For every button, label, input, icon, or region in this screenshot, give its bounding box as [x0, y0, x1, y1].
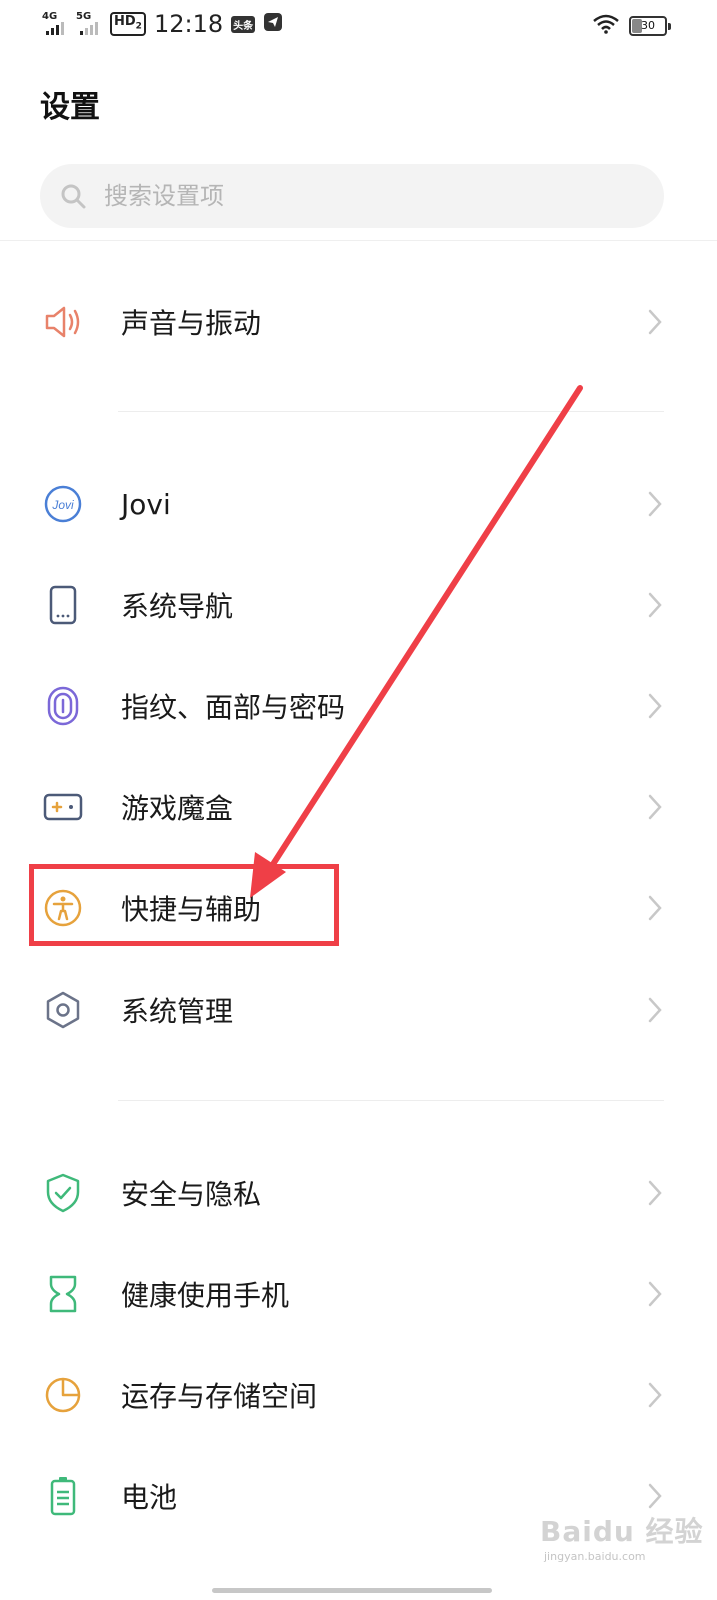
settings-item-sound-vibration[interactable]: 声音与振动	[0, 272, 717, 372]
watermark: Baidu 经验 jingyan.baidu.com	[540, 1510, 704, 1563]
search-icon	[58, 181, 88, 211]
section-divider	[118, 411, 664, 412]
chevron-right-icon	[644, 893, 666, 923]
settings-item-label: 指纹、面部与密码	[121, 691, 346, 724]
chevron-right-icon	[644, 1481, 666, 1511]
status-left: 4G 5G HD2 12:18 头条	[42, 10, 283, 38]
page-title: 设置	[40, 90, 100, 125]
svg-text:Jovi: Jovi	[51, 498, 74, 512]
status-bar: 4G 5G HD2 12:18 头条 30	[0, 0, 717, 56]
hourglass-icon	[42, 1273, 84, 1315]
settings-item-jovi[interactable]: Jovi Jovi	[0, 454, 717, 554]
telegram-icon	[263, 12, 283, 36]
settings-item-label: 电池	[121, 1481, 178, 1514]
settings-item-healthy-phone-use[interactable]: 健康使用手机	[0, 1244, 717, 1344]
settings-item-fingerprint-face-password[interactable]: 指纹、面部与密码	[0, 656, 717, 756]
settings-item-security-privacy[interactable]: 安全与隐私	[0, 1143, 717, 1243]
settings-item-system-management[interactable]: 系统管理	[0, 960, 717, 1060]
chevron-right-icon	[644, 1178, 666, 1208]
hexagon-gear-icon	[42, 989, 84, 1031]
chevron-right-icon	[644, 590, 666, 620]
jovi-icon: Jovi	[42, 483, 84, 525]
wifi-icon	[593, 14, 619, 38]
header-divider	[0, 240, 717, 241]
shield-check-icon	[42, 1172, 84, 1214]
settings-item-label: 游戏魔盒	[121, 792, 234, 825]
signal-5g-icon: 5G	[76, 11, 102, 37]
section-divider	[118, 1100, 664, 1101]
chevron-right-icon	[644, 691, 666, 721]
network-label-5g: 5G	[76, 11, 92, 22]
pie-chart-icon	[42, 1374, 84, 1416]
settings-item-label: 安全与隐私	[121, 1178, 262, 1211]
chevron-right-icon	[644, 307, 666, 337]
watermark-main: Baidu 经验	[540, 1515, 704, 1548]
settings-item-label: 系统导航	[121, 590, 234, 623]
hd-voice-icon: HD2	[110, 11, 146, 37]
settings-item-ram-storage[interactable]: 运存与存储空间	[0, 1345, 717, 1445]
chevron-right-icon	[644, 1380, 666, 1410]
phone-icon	[42, 584, 84, 626]
battery-status-icon: 30	[629, 16, 671, 36]
network-label-4g: 4G	[42, 11, 58, 22]
battery-icon	[42, 1475, 84, 1517]
chevron-right-icon	[644, 792, 666, 822]
search-input[interactable]	[102, 181, 606, 211]
signal-4g-icon: 4G	[42, 11, 68, 37]
gamepad-icon	[42, 786, 84, 828]
watermark-sub: jingyan.baidu.com	[544, 1550, 646, 1563]
settings-item-label: Jovi	[121, 487, 171, 521]
settings-item-label: 声音与振动	[121, 307, 262, 340]
toutiao-app-icon: 头条	[231, 15, 256, 33]
chevron-right-icon	[644, 995, 666, 1025]
highlight-box	[29, 864, 339, 946]
speaker-icon	[42, 301, 84, 343]
home-indicator[interactable]	[212, 1588, 492, 1593]
settings-item-game-box[interactable]: 游戏魔盒	[0, 757, 717, 857]
search-bar[interactable]	[40, 164, 664, 228]
chevron-right-icon	[644, 1279, 666, 1309]
fingerprint-icon	[42, 685, 84, 727]
clock: 12:18	[153, 10, 224, 38]
settings-item-label: 系统管理	[121, 995, 234, 1028]
settings-item-label: 运存与存储空间	[121, 1380, 318, 1413]
settings-item-system-navigation[interactable]: 系统导航	[0, 555, 717, 655]
chevron-right-icon	[644, 489, 666, 519]
settings-item-label: 健康使用手机	[121, 1279, 290, 1312]
status-right: 30	[593, 14, 671, 38]
